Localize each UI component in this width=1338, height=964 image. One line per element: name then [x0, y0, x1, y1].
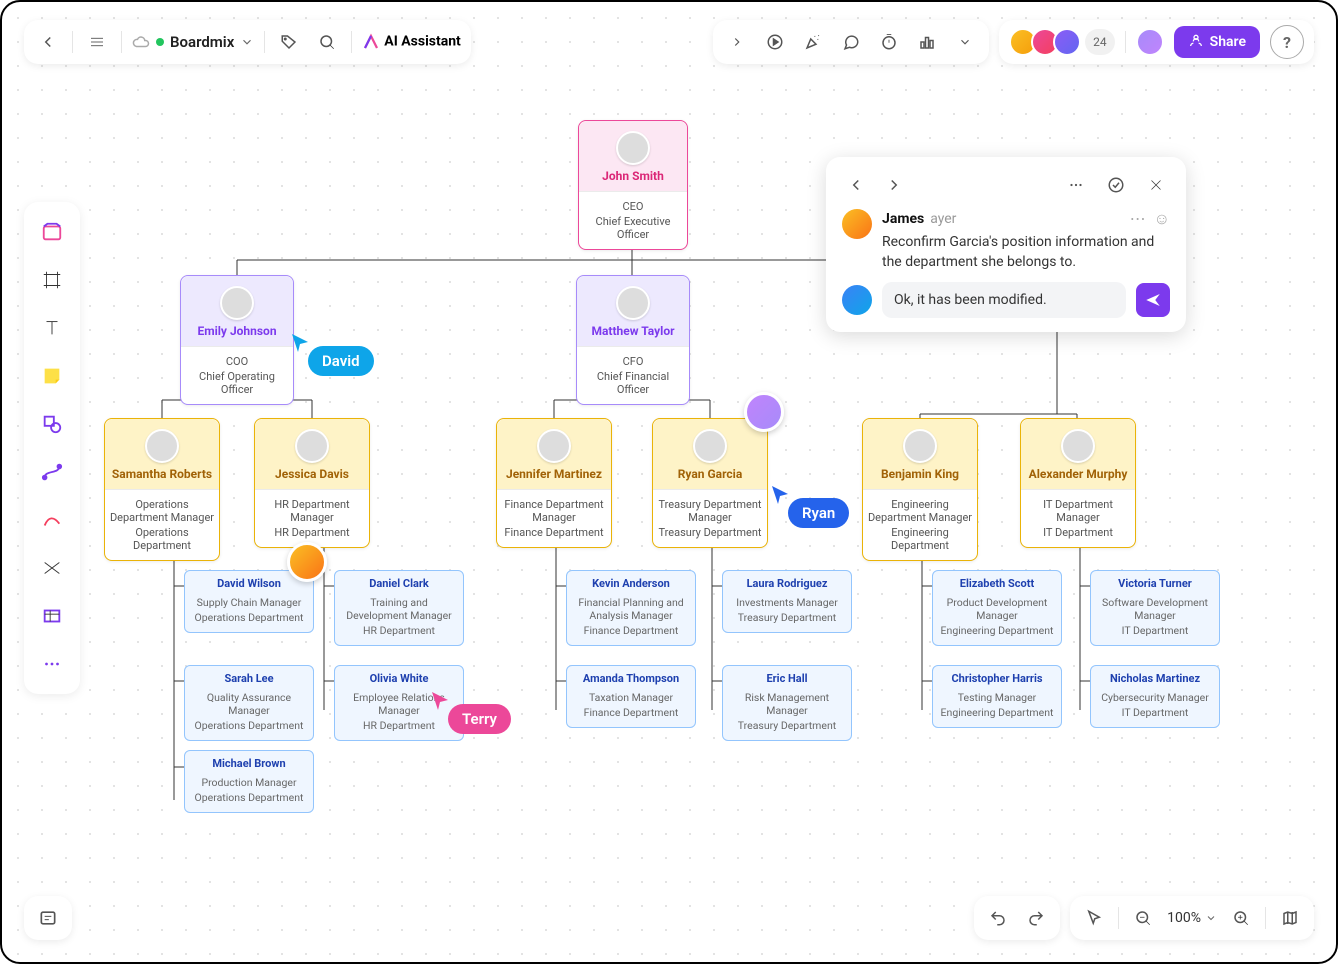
- sync-status-dot: [156, 38, 164, 46]
- notes-button[interactable]: [34, 904, 62, 932]
- help-button[interactable]: ?: [1270, 25, 1304, 59]
- present-button[interactable]: [761, 28, 789, 56]
- mindmap-tool[interactable]: [32, 548, 72, 588]
- tool-palette: [24, 202, 80, 694]
- org-node-manager[interactable]: Jennifer MartinezFinance Department Mana…: [496, 418, 612, 548]
- avatar-count: 24: [1085, 29, 1115, 55]
- minimap-button[interactable]: [1276, 904, 1304, 932]
- cloud-icon: [132, 33, 150, 51]
- connector-tool[interactable]: [32, 452, 72, 492]
- org-node-manager[interactable]: Jessica DavisHR Department ManagerHR Dep…: [254, 418, 370, 548]
- templates-tool[interactable]: [32, 212, 72, 252]
- org-node-staff[interactable]: Elizabeth ScottProduct Development Manag…: [932, 570, 1062, 646]
- share-button[interactable]: Share: [1174, 26, 1260, 58]
- more-tools-button[interactable]: [951, 28, 979, 56]
- tag-button[interactable]: [275, 28, 303, 56]
- org-node-staff[interactable]: Laura RodriguezInvestments ManagerTreasu…: [722, 570, 852, 633]
- comment-next-button[interactable]: [880, 171, 908, 199]
- expand-tools-button[interactable]: [723, 28, 751, 56]
- table-tool[interactable]: [32, 596, 72, 636]
- avatar: [220, 286, 254, 320]
- shape-tool[interactable]: [32, 404, 72, 444]
- remote-cursor-david: David: [290, 332, 374, 376]
- redo-button[interactable]: [1022, 904, 1050, 932]
- back-button[interactable]: [34, 28, 62, 56]
- ai-logo-icon: [362, 33, 380, 51]
- avatar: [616, 286, 650, 320]
- reply-input[interactable]: Ok, it has been modified.: [882, 282, 1126, 318]
- org-node-staff[interactable]: Christopher HarrisTesting ManagerEnginee…: [932, 665, 1062, 728]
- org-node-staff[interactable]: Michael BrownProduction ManagerOperation…: [184, 750, 314, 813]
- comment-close-button[interactable]: [1142, 171, 1170, 199]
- collaborator-avatars[interactable]: 24: [1009, 28, 1115, 56]
- org-node-staff[interactable]: Nicholas MartinezCybersecurity ManagerIT…: [1090, 665, 1220, 728]
- presence-avatar[interactable]: [744, 392, 784, 432]
- org-node-manager[interactable]: Ryan GarciaTreasury Department ManagerTr…: [652, 418, 768, 548]
- pointer-mode-button[interactable]: [1080, 904, 1108, 932]
- org-node-staff[interactable]: David WilsonSupply Chain ManagerOperatio…: [184, 570, 314, 633]
- remote-cursor-terry: Terry: [430, 690, 511, 734]
- org-node-staff[interactable]: Daniel ClarkTraining and Development Man…: [334, 570, 464, 646]
- comment-resolve-button[interactable]: [1102, 171, 1130, 199]
- presence-avatar[interactable]: [287, 542, 327, 582]
- org-node-manager[interactable]: Alexander MurphyIT Department ManagerIT …: [1020, 418, 1136, 548]
- comment-prev-button[interactable]: [842, 171, 870, 199]
- org-node-staff[interactable]: Kevin AndersonFinancial Planning and Ana…: [566, 570, 696, 646]
- comment-text: Reconfirm Garcia's position information …: [882, 233, 1170, 272]
- remote-cursor-ryan: Ryan: [770, 484, 849, 528]
- emoji-react-icon[interactable]: ☺: [1154, 209, 1170, 229]
- comment-avatar: [842, 209, 872, 239]
- org-node-staff[interactable]: Amanda ThompsonTaxation ManagerFinance D…: [566, 665, 696, 728]
- sticky-note-tool[interactable]: [32, 356, 72, 396]
- org-node-manager[interactable]: Samantha RobertsOperations Department Ma…: [104, 418, 220, 561]
- org-node-manager[interactable]: Benjamin KingEngineering Department Mana…: [862, 418, 978, 561]
- more-tools[interactable]: [32, 644, 72, 684]
- avatar: [1053, 28, 1081, 56]
- vote-button[interactable]: [913, 28, 941, 56]
- comment-item-more-icon[interactable]: ⋯: [1130, 209, 1146, 229]
- text-tool[interactable]: [32, 308, 72, 348]
- search-button[interactable]: [313, 28, 341, 56]
- org-node-staff[interactable]: Eric HallRisk Management ManagerTreasury…: [722, 665, 852, 741]
- current-user-avatar[interactable]: [1136, 28, 1164, 56]
- comment-panel[interactable]: Jamesayer ⋯ ☺ Reconfirm Garcia's positio…: [826, 157, 1186, 332]
- org-node-coo[interactable]: Emily Johnson COOChief Operating Officer: [180, 275, 294, 405]
- avatar: [616, 131, 650, 165]
- board-title-button[interactable]: Boardmix: [132, 33, 254, 51]
- ai-assistant-button[interactable]: AI Assistant: [362, 33, 460, 51]
- frame-tool[interactable]: [32, 260, 72, 300]
- zoom-in-button[interactable]: [1227, 904, 1255, 932]
- reply-avatar: [842, 285, 872, 315]
- zoom-level[interactable]: 100%: [1167, 910, 1217, 926]
- comment-author: Jamesayer: [882, 211, 956, 227]
- chevron-down-icon: [240, 35, 254, 49]
- org-node-staff[interactable]: Sarah LeeQuality Assurance ManagerOperat…: [184, 665, 314, 741]
- org-node-cfo[interactable]: Matthew Taylor CFOChief Financial Office…: [576, 275, 690, 405]
- share-icon: [1188, 34, 1204, 50]
- pen-tool[interactable]: [32, 500, 72, 540]
- board-title: Boardmix: [170, 33, 234, 51]
- comment-more-button[interactable]: [1062, 171, 1090, 199]
- confetti-button[interactable]: [799, 28, 827, 56]
- org-node-staff[interactable]: Victoria TurnerSoftware Development Mana…: [1090, 570, 1220, 646]
- send-button[interactable]: [1136, 283, 1170, 317]
- comment-button[interactable]: [837, 28, 865, 56]
- menu-button[interactable]: [83, 28, 111, 56]
- timer-button[interactable]: [875, 28, 903, 56]
- zoom-out-button[interactable]: [1129, 904, 1157, 932]
- undo-button[interactable]: [984, 904, 1012, 932]
- org-node-ceo[interactable]: John Smith CEOChief Executive Officer: [578, 120, 688, 250]
